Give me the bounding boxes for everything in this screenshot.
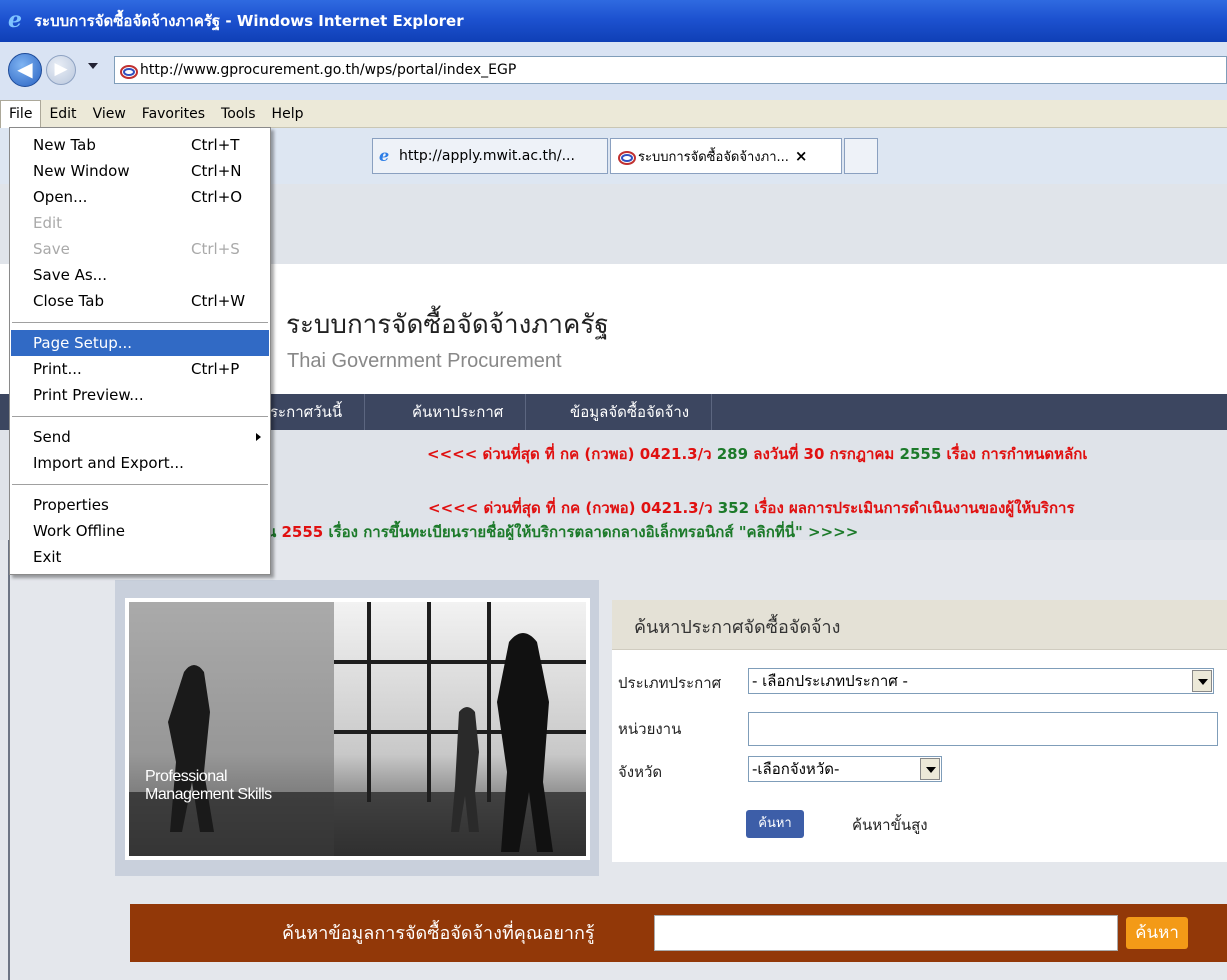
announcement-search-panel: ค้นหาประกาศจัดซื้อจัดจ้าง ประเภทประกาศ -…	[612, 600, 1227, 862]
ie-logo-icon: e	[8, 7, 22, 33]
submenu-arrow-icon	[256, 433, 261, 441]
advanced-search-link[interactable]: ค้นหาขั้นสูง	[852, 813, 928, 837]
tab-gprocurement[interactable]: ระบบการจัดซื้อจัดจ้างภา... ×	[610, 138, 842, 174]
menu-file[interactable]: File	[0, 99, 42, 128]
chevron-down-icon[interactable]	[920, 758, 940, 780]
menu-separator	[12, 322, 268, 323]
menu-item-new-window[interactable]: New Window Ctrl+N	[11, 158, 269, 184]
search-panel-title: ค้นหาประกาศจัดซื้อจัดจ้าง	[634, 617, 841, 638]
banner-caption: Professional Management Skills	[145, 768, 272, 803]
bottom-search-label: ค้นหาข้อมูลการจัดซื้อจัดจ้างที่คุณอยากรู…	[282, 923, 595, 944]
banner-image: Professional Management Skills	[125, 598, 590, 860]
left-border	[8, 540, 10, 980]
menu-item-properties[interactable]: Properties	[11, 492, 269, 518]
menu-item-edit: Edit	[33, 214, 63, 232]
menu-item-print-preview[interactable]: Print Preview...	[11, 382, 269, 408]
window-title: ระบบการจัดซื้อจัดจ้างภาครัฐ - Windows In…	[34, 12, 464, 30]
menu-item-work-offline[interactable]: Work Offline	[11, 518, 269, 544]
site-favicon-icon	[119, 62, 138, 79]
main-area: Professional Management Skills ค้นหาประก…	[0, 540, 1227, 980]
menu-help[interactable]: Help	[264, 100, 312, 128]
banner-frame: Professional Management Skills	[115, 580, 599, 876]
menu-item-print[interactable]: Print... Ctrl+P	[11, 356, 269, 382]
nav-procurement-data[interactable]: ข้อมูลจัดซื้อจัดจ้าง	[548, 394, 713, 430]
menu-item-open[interactable]: Open... Ctrl+O	[11, 184, 269, 210]
file-menu-dropdown: New Tab Ctrl+T New Window Ctrl+N Open... Ct…	[9, 127, 271, 575]
close-tab-icon[interactable]: ×	[795, 147, 808, 165]
ie-tab-icon: e	[379, 146, 390, 165]
history-dropdown-icon[interactable]	[88, 63, 98, 69]
address-url: http://www.gprocurement.go.th/wps/portal…	[140, 62, 517, 78]
nav-search-announcements[interactable]: ค้นหาประกาศ	[390, 394, 527, 430]
bottom-search-button[interactable]: ค้นหา	[1126, 917, 1188, 949]
menu-item-page-setup[interactable]: Page Setup...	[11, 330, 269, 356]
menu-edit[interactable]: Edit	[41, 100, 84, 128]
menu-separator	[12, 416, 268, 417]
new-tab-button[interactable]	[844, 138, 878, 174]
tab-label: http://apply.mwit.ac.th/...	[399, 148, 575, 164]
chevron-down-icon[interactable]	[1192, 670, 1212, 692]
menu-separator	[12, 484, 268, 485]
search-panel-header: ค้นหาประกาศจัดซื้อจัดจ้าง	[612, 600, 1227, 650]
site-title-thai: ระบบการจัดซื้อจัดจ้างภาครัฐ	[286, 310, 609, 340]
site-title-english: Thai Government Procurement	[287, 350, 562, 372]
navigation-bar: ◀ ▶ http://www.gprocurement.go.th/wps/po…	[0, 42, 1227, 100]
province-select[interactable]: -เลือกจังหวัด-	[748, 756, 942, 782]
province-label: จังหวัด	[618, 763, 663, 781]
menu-item-save: Save Ctrl+S	[33, 240, 240, 258]
announcement-type-select[interactable]: - เลือกประเภทประกาศ -	[748, 668, 1214, 694]
window-titlebar: e ระบบการจัดซื้อจัดจ้างภาครัฐ - Windows …	[0, 0, 1227, 42]
menu-item-new-tab[interactable]: New Tab Ctrl+T	[11, 132, 269, 158]
back-button[interactable]: ◀	[8, 53, 42, 87]
menu-tools[interactable]: Tools	[213, 100, 264, 128]
menu-favorites[interactable]: Favorites	[134, 100, 213, 128]
agency-label: หน่วยงาน	[618, 720, 682, 738]
bottom-search-bar: ค้นหาข้อมูลการจัดซื้อจัดจ้างที่คุณอยากรู…	[130, 904, 1227, 962]
tab-mwit[interactable]: e http://apply.mwit.ac.th/...	[372, 138, 608, 174]
news-item-1[interactable]: <<<< ด่วนที่สุด ที่ กค (กวพอ) 0421.3/ว 2…	[427, 442, 1087, 466]
agency-input[interactable]	[748, 712, 1218, 746]
menu-item-exit[interactable]: Exit	[11, 544, 269, 570]
news-item-2[interactable]: <<<< ด่วนที่สุด ที่ กค (กวพอ) 0421.3/ว 3…	[428, 496, 1075, 520]
menu-view[interactable]: View	[85, 100, 134, 128]
menu-item-close-tab[interactable]: Close Tab Ctrl+W	[11, 288, 269, 314]
search-button[interactable]: ค้นหา	[746, 810, 804, 838]
forward-button[interactable]: ▶	[46, 55, 76, 85]
tab-label: ระบบการจัดซื้อจัดจ้างภา...	[638, 149, 789, 165]
site-favicon-icon	[617, 148, 636, 165]
menu-item-import-export[interactable]: Import and Export...	[11, 450, 269, 476]
bottom-search-input[interactable]	[654, 915, 1118, 951]
type-label: ประเภทประกาศ	[618, 674, 722, 692]
menu-item-send[interactable]: Send	[11, 424, 269, 450]
menu-bar: File Edit View Favorites Tools Help	[0, 99, 1227, 128]
address-bar[interactable]: http://www.gprocurement.go.th/wps/portal…	[114, 56, 1227, 84]
menu-item-save-as[interactable]: Save As...	[11, 262, 269, 288]
